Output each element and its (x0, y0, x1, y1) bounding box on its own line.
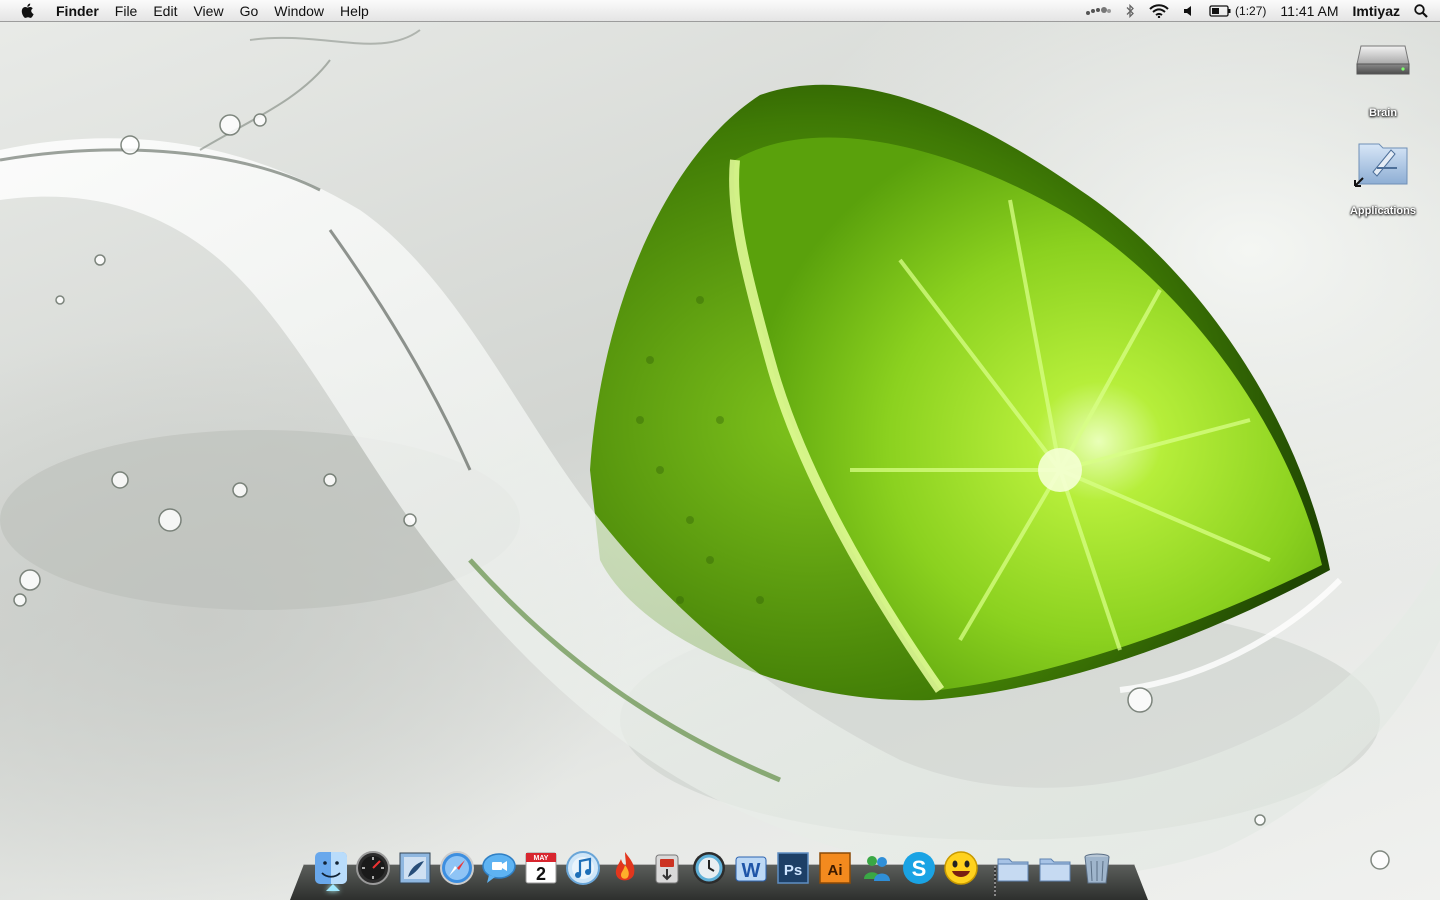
sync-status-icon[interactable] (1078, 6, 1118, 16)
trash-icon (1084, 853, 1110, 884)
dock-item-ichat[interactable] (480, 848, 518, 888)
finder-icon (315, 852, 347, 884)
battery-icon (1209, 5, 1231, 17)
itunes-icon (566, 851, 600, 885)
dock: MAY 2 W Ps Ai S (312, 844, 1116, 888)
battery-status[interactable]: (1:27) (1202, 0, 1273, 22)
desktop-icon-applications[interactable]: Applications (1338, 132, 1428, 219)
user-menu[interactable]: Imtiyaz (1346, 0, 1407, 22)
clock[interactable]: 11:41 AM (1273, 0, 1345, 22)
dock-item-word[interactable]: W (732, 848, 770, 888)
photoshop-icon: Ps (777, 852, 809, 884)
illustrator-icon: Ai (819, 852, 851, 884)
menu-go[interactable]: Go (232, 0, 267, 22)
dock-item-trash[interactable] (1078, 848, 1116, 888)
desktop-icon-brain[interactable]: Brain (1338, 34, 1428, 121)
messenger-icon (864, 856, 890, 881)
dock-item-skype[interactable]: S (900, 848, 938, 888)
word-icon: W (735, 856, 767, 882)
safari-icon (440, 851, 474, 885)
dock-item-flame[interactable] (606, 848, 644, 888)
photoshop-label: Ps (784, 862, 802, 879)
skype-letter: S (912, 856, 927, 881)
dashboard-icon (356, 851, 390, 885)
word-letter: W (742, 860, 761, 882)
skype-icon: S (903, 852, 935, 884)
ical-icon: MAY 2 (525, 852, 557, 884)
ical-day: 2 (536, 864, 546, 884)
dock-item-yahoo-messenger[interactable] (942, 848, 980, 888)
illustrator-label: Ai (828, 862, 843, 879)
dock-item-ical[interactable]: MAY 2 (522, 848, 560, 888)
desktop-icon-label: Applications (1349, 205, 1416, 217)
dock-item-finder[interactable] (312, 848, 350, 888)
lime-splash-illustration (0, 29, 1440, 879)
dock-item-documents-stack[interactable] (994, 848, 1032, 888)
wifi-icon[interactable] (1142, 4, 1176, 18)
menu-file[interactable]: File (107, 0, 146, 22)
menu-help[interactable]: Help (332, 0, 377, 22)
dock-item-itunes[interactable] (564, 848, 602, 888)
menu-bar: Finder File Edit View Go Window Help (1:… (0, 0, 1440, 22)
dock-item-messenger[interactable] (858, 848, 896, 888)
apple-menu-icon[interactable] (0, 0, 56, 22)
dock-item-downloads-stack[interactable] (1036, 848, 1074, 888)
mail-icon (399, 852, 431, 884)
dock-item-photoshop[interactable]: Ps (774, 848, 812, 888)
volume-icon[interactable] (1176, 5, 1202, 17)
ichat-icon (482, 853, 516, 883)
menu-app-finder[interactable]: Finder (56, 0, 107, 22)
desktop-wallpaper (0, 0, 1440, 900)
applications-folder-alias-icon (1354, 143, 1408, 187)
yahoo-messenger-icon (944, 851, 978, 885)
menu-edit[interactable]: Edit (145, 0, 185, 22)
menu-view[interactable]: View (185, 0, 231, 22)
dock-item-dashboard[interactable] (354, 848, 392, 888)
dock-item-time-machine[interactable] (690, 848, 728, 888)
menu-window[interactable]: Window (266, 0, 332, 22)
dock-item-transmission[interactable] (648, 848, 686, 888)
desktop-icon-label: Brain (1368, 107, 1398, 119)
folder-stack-icon (1039, 858, 1071, 882)
flame-app-icon (615, 852, 635, 881)
dock-item-illustrator[interactable]: Ai (816, 848, 854, 888)
spotlight-search-icon[interactable] (1407, 4, 1440, 18)
transmission-icon (655, 854, 679, 884)
time-machine-icon (693, 852, 725, 884)
folder-stack-icon (997, 858, 1029, 882)
hard-drive-icon (1356, 45, 1410, 75)
bluetooth-icon[interactable] (1118, 4, 1142, 18)
ical-month: MAY (534, 855, 549, 862)
dock-item-mail[interactable] (396, 848, 434, 888)
battery-time: (1:27) (1235, 4, 1267, 18)
dock-item-safari[interactable] (438, 848, 476, 888)
